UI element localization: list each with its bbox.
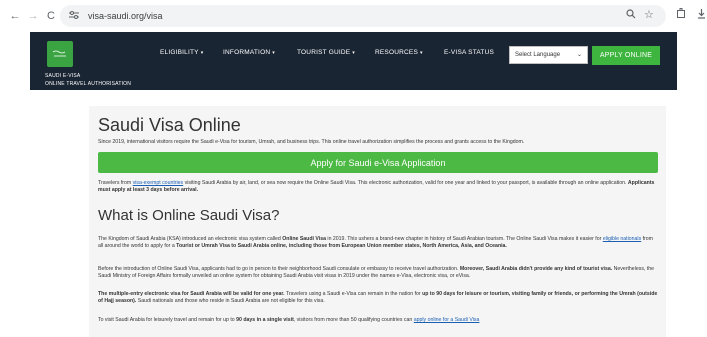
travelers-paragraph: Travelers from visa-exempt countries vis… xyxy=(98,180,655,193)
chevron-down-icon: ▾ xyxy=(272,50,275,56)
intro-text: Since 2019, international visitors requi… xyxy=(98,139,525,145)
chevron-down-icon: ▾ xyxy=(200,50,204,56)
language-select[interactable]: Select Language ⌄ xyxy=(509,46,588,64)
page-title: Saudi Visa Online xyxy=(98,115,241,135)
apply-online-link[interactable]: apply online for a Saudi Visa xyxy=(414,317,480,323)
bookmark-star-icon[interactable]: ☆ xyxy=(644,8,654,21)
zoom-icon[interactable] xyxy=(626,9,636,22)
saudi-flag-logo[interactable] xyxy=(47,41,73,67)
apply-evisa-button[interactable]: Apply for Saudi e-Visa Application xyxy=(98,152,658,173)
nav-evisa-status[interactable]: E-VISA STATUS xyxy=(444,49,494,56)
paragraph-2: Before the introduction of Online Saudi … xyxy=(98,266,655,279)
address-bar[interactable]: visa-saudi.org/visa ☆ xyxy=(60,5,666,27)
download-icon[interactable] xyxy=(697,8,706,22)
url-text[interactable]: visa-saudi.org/visa xyxy=(88,9,163,23)
site-settings-icon[interactable] xyxy=(68,10,82,22)
brand-name: SAUDI E-VISA xyxy=(45,73,81,79)
browser-toolbar: ← → C visa-saudi.org/visa ☆ xyxy=(0,0,707,32)
reload-icon[interactable]: C xyxy=(42,7,60,25)
nav-resources[interactable]: RESOURCES ▾ xyxy=(375,49,423,56)
forward-arrow-icon[interactable]: → xyxy=(24,7,42,25)
back-arrow-icon[interactable]: ← xyxy=(6,7,24,25)
section-title: What is Online Saudi Visa? xyxy=(98,207,280,224)
nav-information[interactable]: INFORMATION ▾ xyxy=(223,49,275,56)
chevron-down-icon: ▾ xyxy=(419,50,423,56)
chevron-down-icon: ▾ xyxy=(352,50,356,56)
nav-tourist-guide[interactable]: TOURIST GUIDE ▾ xyxy=(297,49,355,56)
nav-eligibility[interactable]: ELIGIBILITY ▾ xyxy=(160,49,203,56)
paragraph-3: The multiple-entry electronic visa for S… xyxy=(98,291,658,304)
main-content: Saudi Visa Online Since 2019, internatio… xyxy=(89,106,666,337)
site-header: SAUDI E-VISA ONLINE TRAVEL AUTHORISATION… xyxy=(30,32,677,90)
brand-tagline: ONLINE TRAVEL AUTHORISATION xyxy=(45,81,132,87)
visa-exempt-link[interactable]: visa-exempt countries xyxy=(133,180,183,186)
extensions-icon[interactable] xyxy=(676,8,687,22)
language-select-value: Select Language xyxy=(515,52,561,58)
paragraph-4: To visit Saudi Arabia for leisurely trav… xyxy=(98,317,480,323)
chevron-down-icon: ⌄ xyxy=(576,52,582,58)
eligible-nationals-link[interactable]: eligible nationals xyxy=(603,236,641,242)
apply-online-button[interactable]: APPLY ONLINE xyxy=(592,46,660,65)
paragraph-1: The Kingdom of Saudi Arabia (KSA) introd… xyxy=(98,236,653,249)
